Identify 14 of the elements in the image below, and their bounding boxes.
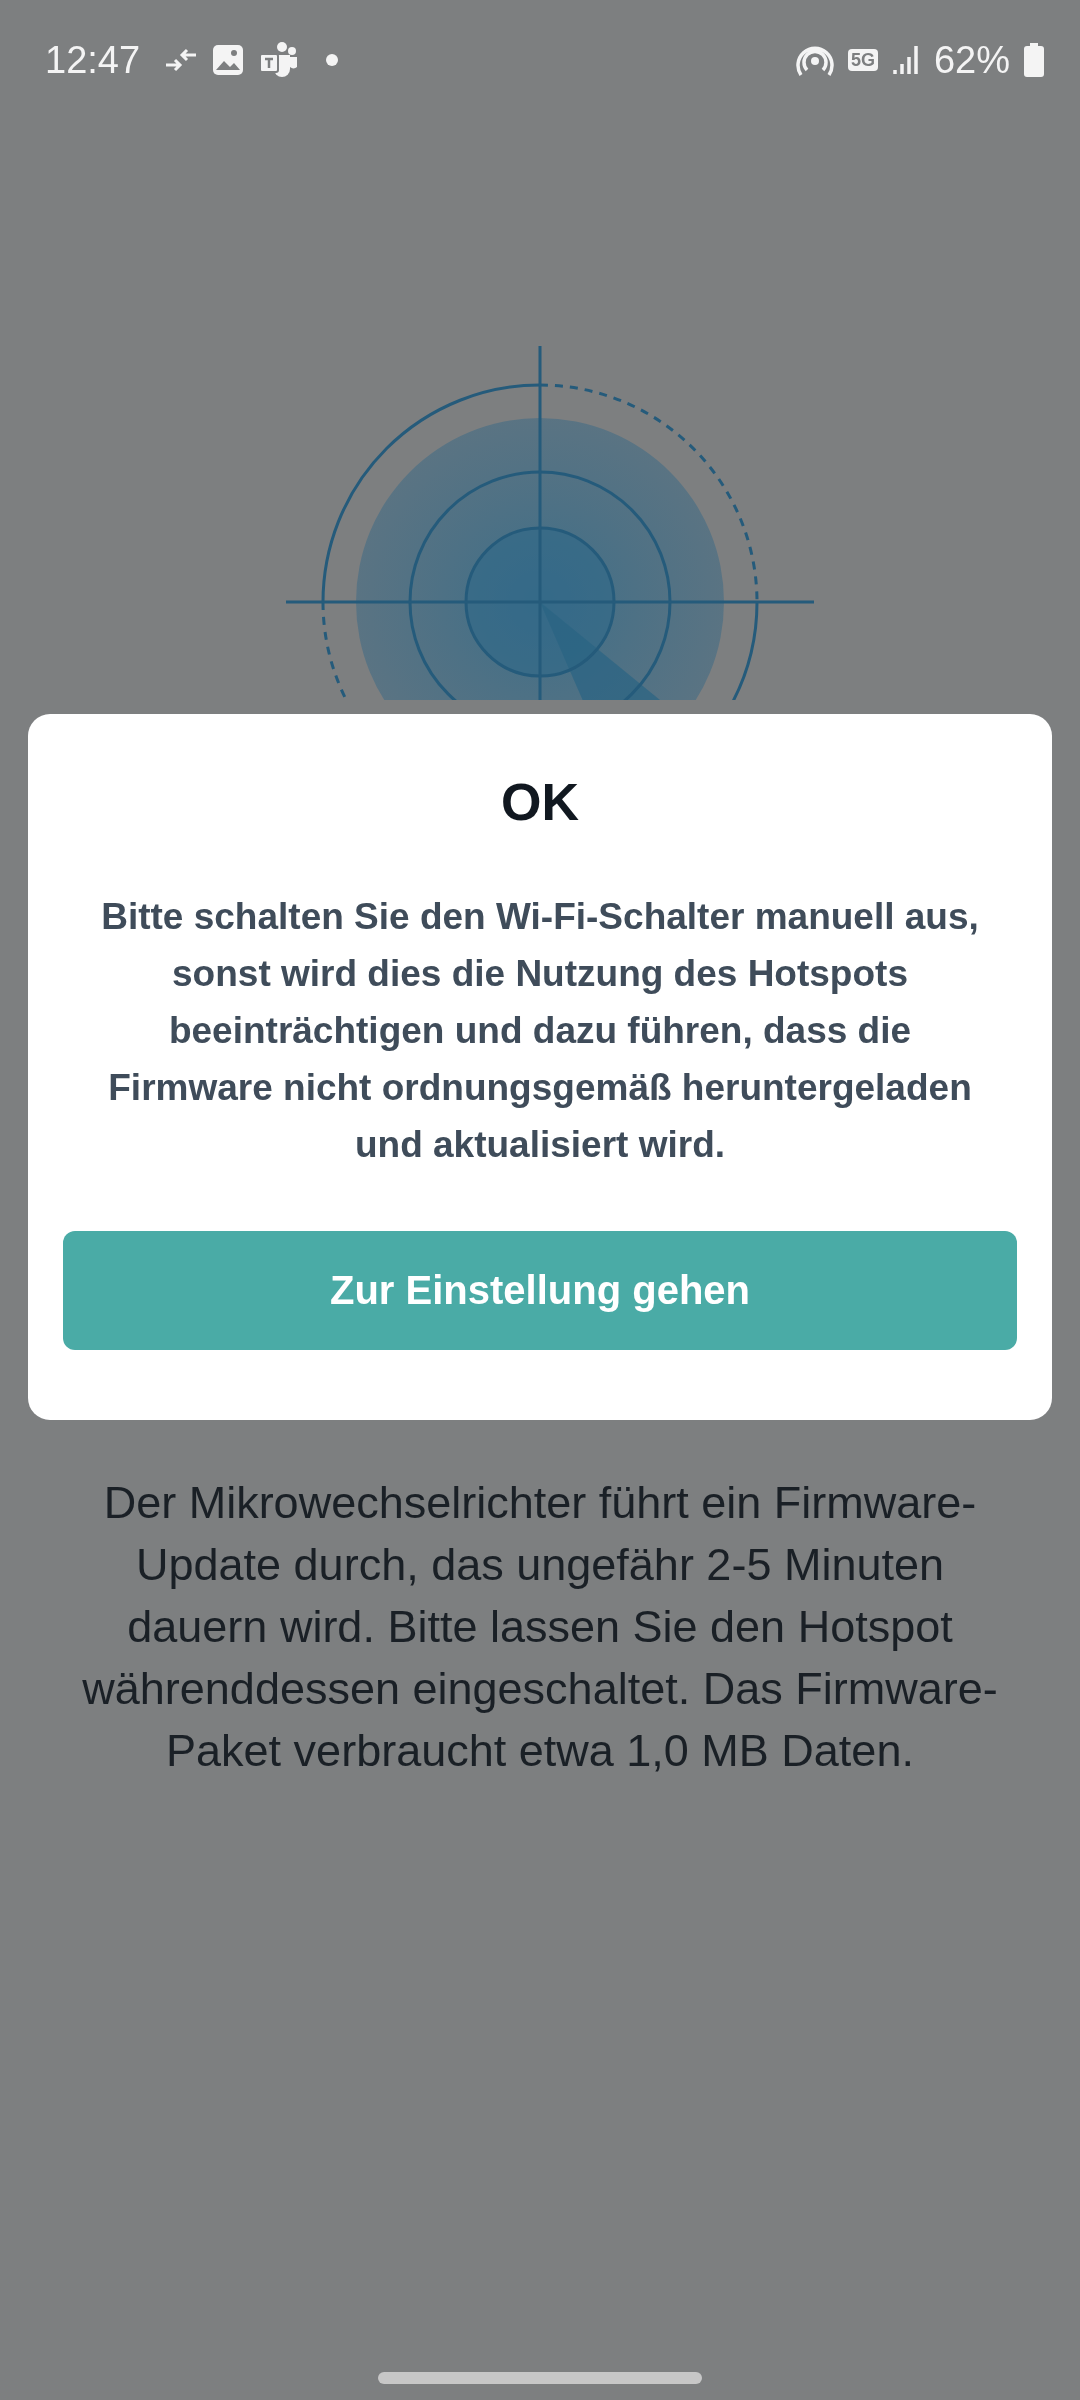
network-type-badge: 5G	[847, 49, 878, 71]
teams-icon	[258, 41, 299, 79]
signal-icon	[891, 44, 920, 76]
data-transfer-icon	[164, 47, 199, 73]
home-indicator[interactable]	[378, 2372, 702, 2384]
status-time: 12:47	[45, 38, 141, 82]
battery-icon	[1024, 43, 1044, 77]
dialog-title: OK	[501, 772, 579, 832]
gallery-icon	[212, 44, 245, 76]
firmware-update-description: Der Mikrowechselrichter führt ein Firmware-Update durch, das ungefähr 2-5 Minuten dauern wird. Bitte lassen Sie den Hotspot währenddessen eingeschaltet. Das Firmware-Paket verbraucht etwa 1,0 MB Daten.	[81, 1476, 999, 1778]
battery-percentage: 62%	[933, 38, 1010, 82]
dialog-message: Bitte schalten Sie den Wi-Fi-Schalter manuell aus, sonst wird dies die Nutzung des Hotspots beeinträchtigen und dazu führen, dass die Firmware nicht ordnungsgemäß heruntergeladen und aktualisiert wird.	[100, 895, 980, 1167]
notification-dot-icon	[326, 54, 339, 66]
go-to-settings-button[interactable]: Zur Einstellung gehen	[63, 1231, 1017, 1350]
